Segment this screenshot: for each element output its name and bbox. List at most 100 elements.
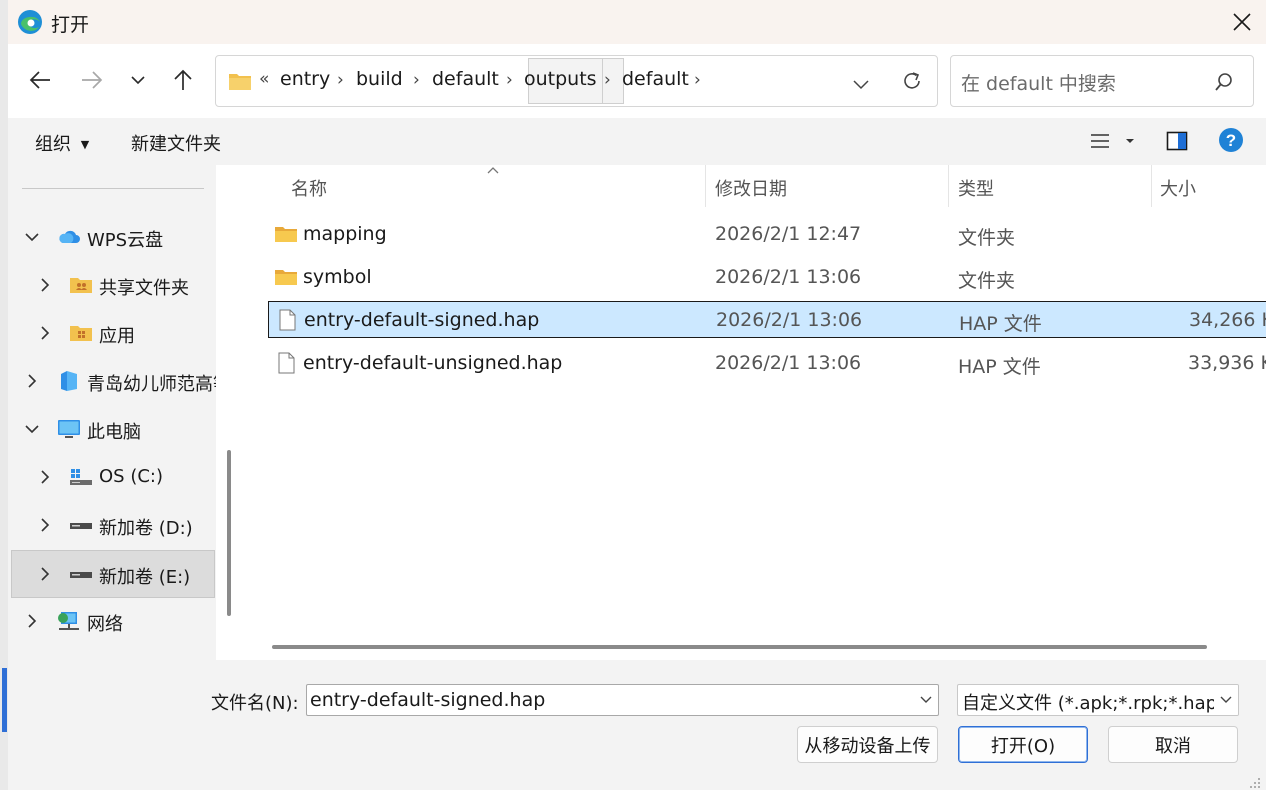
navigation-pane: WPS云盘 共享文件夹 应用 青岛幼儿师范高等专科学校: [8, 165, 216, 660]
chevron-right-icon[interactable]: [37, 516, 53, 534]
computer-icon: [58, 420, 80, 438]
file-date: 2026/2/1 13:06: [716, 309, 863, 331]
chevron-right-icon[interactable]: ›: [506, 70, 513, 90]
file-size: 34,266 KB: [1189, 309, 1266, 331]
breadcrumb-outputs[interactable]: outputs: [524, 68, 597, 90]
navigation-scrollbar[interactable]: [219, 165, 245, 660]
filename-input[interactable]: entry-default-signed.hap: [306, 684, 939, 716]
chevron-down-icon: [1220, 696, 1232, 703]
breadcrumb-overflow[interactable]: «: [259, 69, 269, 89]
new-folder-button[interactable]: 新建文件夹: [131, 130, 221, 156]
address-history-button[interactable]: [852, 75, 870, 96]
refresh-button[interactable]: [901, 70, 923, 97]
chevron-right-icon[interactable]: [24, 372, 40, 390]
refresh-icon: [904, 72, 920, 89]
file-type: HAP 文件: [958, 356, 1041, 378]
file-type: 文件夹: [958, 270, 1016, 292]
recent-locations-button[interactable]: [120, 62, 156, 98]
file-type-filter[interactable]: 自定义文件 (*.apk;*.rpk;*.hap;*.app): [957, 684, 1239, 716]
sidebar-item-drive-c[interactable]: OS (C:): [11, 454, 215, 502]
file-row[interactable]: mapping 2026/2/1 12:47 文件夹: [268, 216, 1266, 253]
column-divider[interactable]: [1151, 165, 1152, 207]
chevron-right-icon[interactable]: ›: [413, 70, 420, 90]
scrollbar-thumb[interactable]: [227, 450, 231, 616]
breadcrumb-build[interactable]: build: [356, 68, 403, 90]
edge-browser-icon: [17, 9, 43, 35]
breadcrumb-default-current[interactable]: default: [622, 68, 689, 90]
sidebar-item-drive-e[interactable]: 新加卷 (E:): [11, 550, 215, 598]
column-header-name[interactable]: 名称: [291, 175, 327, 201]
up-button[interactable]: [165, 62, 201, 98]
file-name: mapping: [303, 223, 387, 245]
chevron-right-icon[interactable]: [37, 565, 53, 583]
sidebar-item-label: WPS云盘: [87, 230, 164, 251]
cancel-button[interactable]: 取消: [1108, 726, 1238, 763]
file-type-filter-value: 自定义文件 (*.apk;*.rpk;*.hap;*.app): [962, 693, 1238, 714]
chevron-down-icon[interactable]: [918, 692, 934, 708]
sidebar-item-label: 青岛幼儿师范高等专科学校: [87, 374, 216, 395]
breadcrumb-entry[interactable]: entry: [280, 68, 330, 90]
sidebar-item-this-pc[interactable]: 此电脑: [11, 406, 215, 454]
chevron-down-icon[interactable]: [24, 228, 40, 246]
column-header-size[interactable]: 大小: [1160, 175, 1196, 201]
file-type: HAP 文件: [959, 313, 1042, 335]
chevron-right-icon[interactable]: [37, 324, 53, 342]
back-arrow-icon: [29, 71, 50, 89]
chevron-right-icon[interactable]: ›: [604, 70, 611, 90]
column-divider[interactable]: [705, 165, 706, 207]
address-bar[interactable]: « entry › build › default › outputs › de…: [215, 55, 938, 107]
file-type: 文件夹: [958, 227, 1016, 249]
caret-down-icon: ▼: [80, 138, 90, 151]
search-input[interactable]: 在 default 中搜索: [950, 55, 1254, 107]
help-icon: ?: [1219, 128, 1243, 152]
file-icon: [279, 309, 296, 331]
sidebar-item-label: 新加卷 (E:): [99, 567, 191, 588]
chevron-right-icon[interactable]: [24, 612, 40, 630]
file-row[interactable]: symbol 2026/2/1 13:06 文件夹: [268, 259, 1266, 296]
organize-menu[interactable]: 组织 ▼: [35, 130, 89, 156]
view-list-icon: [1091, 134, 1134, 148]
folder-icon: [70, 326, 92, 341]
sidebar-item-wps-cloud[interactable]: WPS云盘: [11, 214, 215, 262]
sidebar-item-label: OS (C:): [99, 466, 163, 487]
upload-from-mobile-button[interactable]: 从移动设备上传: [797, 726, 938, 763]
chevron-right-icon[interactable]: [37, 276, 53, 294]
shared-folder-icon: [70, 278, 92, 293]
horizontal-scrollbar-thumb[interactable]: [272, 645, 1207, 649]
search-icon[interactable]: [1214, 72, 1234, 97]
open-button[interactable]: 打开(O): [958, 726, 1088, 763]
sidebar-item-label: 共享文件夹: [99, 278, 189, 299]
navigation-bar: « entry › build › default › outputs › de…: [8, 44, 1266, 118]
sidebar-item-apps[interactable]: 应用: [11, 310, 215, 358]
column-header-type[interactable]: 类型: [958, 175, 994, 201]
column-header-date[interactable]: 修改日期: [715, 175, 787, 201]
chevron-down-icon[interactable]: [24, 420, 40, 438]
back-button[interactable]: [22, 62, 58, 98]
breadcrumb-default[interactable]: default: [432, 68, 499, 90]
sidebar-item-organization[interactable]: 青岛幼儿师范高等专科学校: [11, 358, 216, 406]
sidebar-item-shared-folder[interactable]: 共享文件夹: [11, 262, 215, 310]
breadcrumb-divider: [602, 58, 603, 104]
help-button[interactable]: ?: [1218, 127, 1244, 158]
file-date: 2026/2/1 13:06: [715, 352, 862, 374]
file-row[interactable]: entry-default-unsigned.hap 2026/2/1 13:0…: [268, 345, 1266, 382]
column-divider[interactable]: [948, 165, 949, 207]
preview-pane-button[interactable]: [1166, 130, 1188, 157]
sidebar-item-network[interactable]: 网络: [11, 598, 215, 646]
view-options-button[interactable]: [1090, 131, 1140, 156]
org-icon: [61, 371, 77, 391]
forward-button[interactable]: [74, 62, 110, 98]
file-size: 33,936 KB: [1188, 352, 1266, 374]
chevron-right-icon[interactable]: ›: [694, 70, 701, 90]
network-icon: [58, 612, 79, 630]
close-button[interactable]: [1222, 3, 1262, 41]
folder-icon: [275, 227, 297, 242]
resize-grip-icon[interactable]: [1244, 776, 1262, 788]
cloud-icon: [59, 230, 80, 243]
chevron-right-icon[interactable]: [37, 468, 53, 486]
dialog-footer: 文件名(N): entry-default-signed.hap 自定义文件 (…: [8, 660, 1266, 790]
chevron-right-icon[interactable]: ›: [337, 70, 344, 90]
file-row-selected[interactable]: entry-default-signed.hap 2026/2/1 13:06 …: [268, 301, 1266, 338]
filter-dropdown-button[interactable]: [1214, 685, 1238, 715]
sidebar-item-drive-d[interactable]: 新加卷 (D:): [11, 502, 215, 550]
